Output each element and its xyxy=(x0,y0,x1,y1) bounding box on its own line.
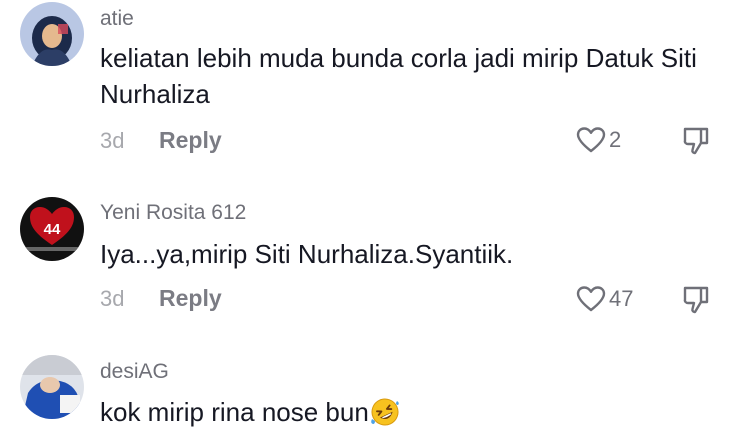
comment-text: kok mirip rina nose bun xyxy=(100,394,720,430)
thumbs-down-icon xyxy=(682,126,710,156)
reply-button[interactable]: Reply xyxy=(159,285,222,312)
comment-time: 3d xyxy=(100,128,125,153)
comment-time: 3d xyxy=(100,286,125,311)
comments-list: atie keliatan lebih muda bunda corla jad… xyxy=(0,0,739,434)
comment-username[interactable]: desiAG xyxy=(100,360,169,384)
like-button[interactable]: 2 xyxy=(576,126,621,154)
comment-username[interactable]: Yeni Rosita 612 xyxy=(100,201,246,225)
like-count: 47 xyxy=(609,286,634,311)
comment-text: Iya...ya,mirip Siti Nurhaliza.Syantiik. xyxy=(100,239,514,269)
thumbs-down-icon xyxy=(682,285,710,315)
avatar[interactable] xyxy=(20,2,84,66)
laughing-emoji-icon xyxy=(370,397,400,427)
comment-username[interactable]: atie xyxy=(100,7,134,31)
heart-icon xyxy=(576,126,606,154)
reply-button[interactable]: Reply xyxy=(159,127,222,154)
comment-text: keliatan lebih muda bunda corla jadi mir… xyxy=(100,43,697,109)
comment-text-content: kok mirip rina nose bun xyxy=(100,397,369,427)
like-count: 2 xyxy=(609,127,622,152)
dislike-button[interactable] xyxy=(682,285,710,315)
heart-icon xyxy=(576,285,606,313)
avatar[interactable] xyxy=(20,355,84,419)
avatar[interactable]: 44 xyxy=(20,197,84,261)
comment-item: atie keliatan lebih muda bunda corla jad… xyxy=(0,0,739,165)
like-button[interactable]: 47 xyxy=(576,285,633,313)
avatar-badge: 44 xyxy=(44,221,61,238)
dislike-button[interactable] xyxy=(682,126,710,156)
